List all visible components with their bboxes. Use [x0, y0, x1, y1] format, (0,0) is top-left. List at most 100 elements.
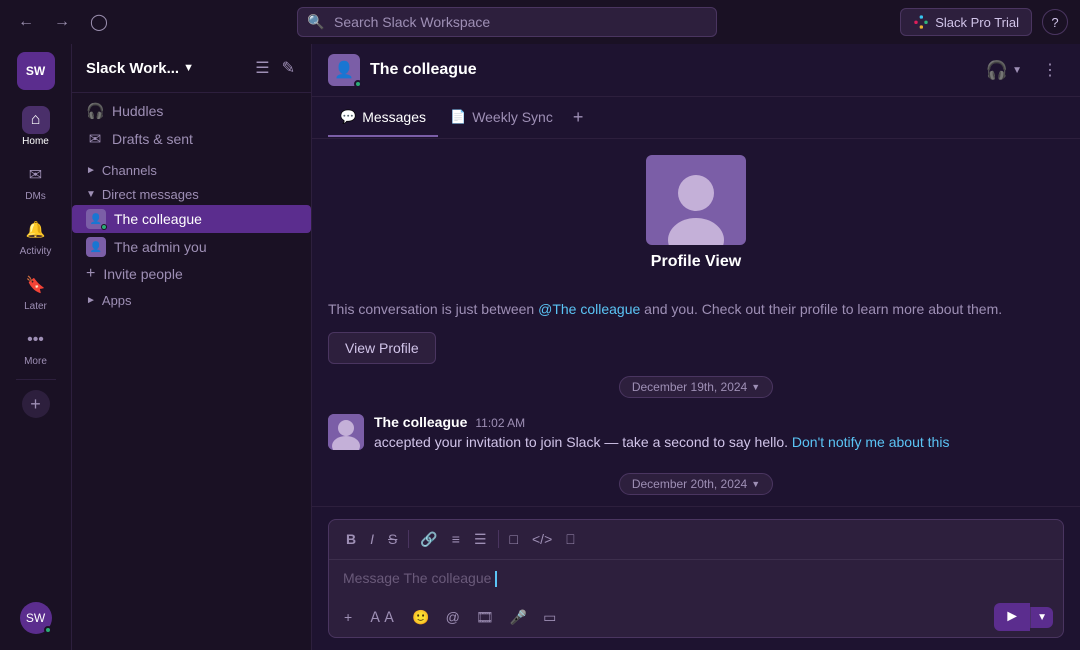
date-divider-2: December 20th, 2024 ▼	[328, 473, 1064, 495]
drafts-icon: ✉	[86, 130, 104, 148]
audio-button[interactable]: 🎧 ▼	[980, 56, 1028, 85]
send-message-button[interactable]: ►	[994, 603, 1030, 631]
apps-item[interactable]: ► Apps	[72, 287, 311, 311]
send-options-dropdown[interactable]: ▼	[1030, 607, 1053, 628]
activity-icon: 🔔	[22, 216, 50, 244]
chat-title: The colleague	[370, 61, 477, 79]
later-label: Later	[24, 301, 47, 312]
code-block-button[interactable]: ⎕	[561, 528, 579, 551]
view-profile-button[interactable]: View Profile	[328, 332, 436, 364]
text-format-button[interactable]: ＡＡ	[363, 604, 401, 630]
filter-icon[interactable]: ☰	[253, 56, 271, 80]
msg-avatar-svg-1	[328, 414, 364, 450]
more-tools-button[interactable]: ▭	[538, 606, 561, 629]
link-button[interactable]: 🔗	[415, 528, 442, 551]
unordered-list-button[interactable]: ☰	[469, 528, 492, 551]
intro-message-text: This conversation is just between @The c…	[328, 299, 1028, 320]
workspace-header: Slack Work... ▼ ☰ ✎	[72, 44, 311, 93]
dms-label: DMs	[25, 191, 46, 202]
chat-header-right: 🎧 ▼ ⋮	[980, 56, 1064, 85]
drafts-item[interactable]: ✉ Drafts & sent	[72, 125, 311, 153]
block-button[interactable]: □	[505, 528, 523, 550]
invite-plus-icon: +	[86, 265, 95, 283]
top-bar-right: Slack Pro Trial ?	[900, 8, 1068, 36]
colleague-online-dot	[101, 224, 107, 230]
later-icon: 🔖	[22, 271, 50, 299]
huddles-item[interactable]: 🎧 Huddles	[72, 97, 311, 125]
message-row: The colleague 11:02 AM accepted your inv…	[328, 410, 1064, 457]
search-icon: 🔍	[307, 14, 324, 31]
workspace-avatar[interactable]: SW	[17, 52, 55, 90]
channels-header[interactable]: ► Channels	[72, 157, 311, 181]
bold-button[interactable]: B	[341, 528, 361, 550]
workspace-icons: ☰ ✎	[253, 56, 297, 80]
slack-pro-trial-button[interactable]: Slack Pro Trial	[900, 8, 1032, 36]
admin-avatar: 👤	[86, 237, 106, 257]
dont-notify-link[interactable]: Don't notify me about this	[792, 434, 950, 450]
mention-button[interactable]: @	[441, 606, 465, 628]
mention-link[interactable]: @The colleague	[538, 301, 640, 317]
channels-arrow-icon: ►	[86, 165, 96, 176]
colleague-avatar: 👤	[86, 209, 106, 229]
emoji-button[interactable]: 🙂	[407, 606, 434, 629]
headphone-icon: 🎧	[986, 60, 1008, 81]
dm-arrow-icon: ▼	[86, 189, 96, 200]
messages-tab-icon: 💬	[340, 109, 356, 125]
add-attachment-button[interactable]: +	[339, 606, 357, 628]
back-button[interactable]: ←	[12, 9, 40, 35]
top-bar: ← → ◯ 🔍 Slack Pro Trial ?	[0, 0, 1080, 44]
apps-arrow-icon: ►	[86, 295, 96, 306]
dm-item-colleague[interactable]: 👤 The colleague	[72, 205, 311, 233]
headphone-icon: 🎧	[86, 102, 104, 120]
chat-header: 👤 The colleague 🎧 ▼ ⋮	[312, 44, 1080, 97]
date-badge-1[interactable]: December 19th, 2024 ▼	[619, 376, 773, 398]
weekly-sync-tab-icon: 📄	[450, 109, 466, 125]
message-time-1: 11:02 AM	[475, 416, 525, 430]
messages-area[interactable]: Profile View This conversation is just b…	[312, 139, 1080, 506]
date-badge-2[interactable]: December 20th, 2024 ▼	[619, 473, 773, 495]
search-bar: 🔍	[297, 7, 717, 37]
date-chevron-icon: ▼	[751, 382, 760, 392]
send-area: + ＡＡ 🙂 @ 🎞 🎤 ▭ ► ▼	[329, 597, 1063, 637]
cursor-indicator	[495, 571, 497, 587]
help-button[interactable]: ?	[1042, 9, 1068, 35]
profile-intro-section: Profile View	[328, 155, 1064, 283]
ordered-list-button[interactable]: ≡	[447, 528, 465, 550]
audio-dropdown-icon: ▼	[1012, 65, 1022, 76]
add-tab-button[interactable]: +	[565, 97, 592, 138]
input-placeholder-text[interactable]: Message The colleague	[329, 560, 1063, 597]
sidebar-item-later[interactable]: 🔖 Later	[8, 265, 64, 318]
message-text-1: accepted your invitation to join Slack —…	[374, 432, 1064, 453]
more-options-button[interactable]: ⋮	[1036, 56, 1064, 84]
forward-button[interactable]: →	[48, 9, 76, 35]
search-input[interactable]	[297, 7, 717, 37]
tab-messages[interactable]: 💬 Messages	[328, 99, 438, 137]
profile-figure-svg	[661, 165, 731, 245]
invite-people-item[interactable]: + Invite people	[72, 261, 311, 287]
pro-trial-label: Slack Pro Trial	[935, 15, 1019, 30]
dm-item-admin[interactable]: 👤 The admin you	[72, 233, 311, 261]
audio-record-button[interactable]: 🎤	[505, 606, 532, 629]
more-label: More	[24, 356, 47, 367]
message-content-1: The colleague 11:02 AM accepted your inv…	[374, 414, 1064, 453]
strikethrough-button[interactable]: S	[383, 528, 402, 550]
sidebar-item-home[interactable]: ⌂ Home	[8, 100, 64, 153]
msg-author-avatar-1	[328, 414, 364, 450]
dm-header[interactable]: ▼ Direct messages	[72, 181, 311, 205]
more-icon: •••	[22, 326, 50, 354]
message-input-field[interactable]: Message The colleague	[329, 560, 1063, 597]
sidebar-item-activity[interactable]: 🔔 Activity	[8, 210, 64, 263]
video-button[interactable]: 🎞	[471, 606, 499, 629]
workspace-name[interactable]: Slack Work... ▼	[86, 60, 194, 77]
sidebar-divider	[16, 379, 56, 380]
compose-icon[interactable]: ✎	[280, 56, 297, 80]
add-workspace-button[interactable]: +	[22, 390, 50, 418]
history-button[interactable]: ◯	[84, 8, 114, 36]
tab-weekly-sync[interactable]: 📄 Weekly Sync	[438, 99, 565, 137]
sidebar-item-dms[interactable]: ✉ DMs	[8, 155, 64, 208]
user-avatar[interactable]: SW	[20, 602, 52, 634]
italic-button[interactable]: I	[365, 528, 379, 550]
icon-sidebar: SW ⌂ Home ✉ DMs 🔔 Activity 🔖 Later ••• M…	[0, 44, 72, 650]
sidebar-item-more[interactable]: ••• More	[8, 320, 64, 373]
code-button[interactable]: </>	[527, 528, 557, 550]
